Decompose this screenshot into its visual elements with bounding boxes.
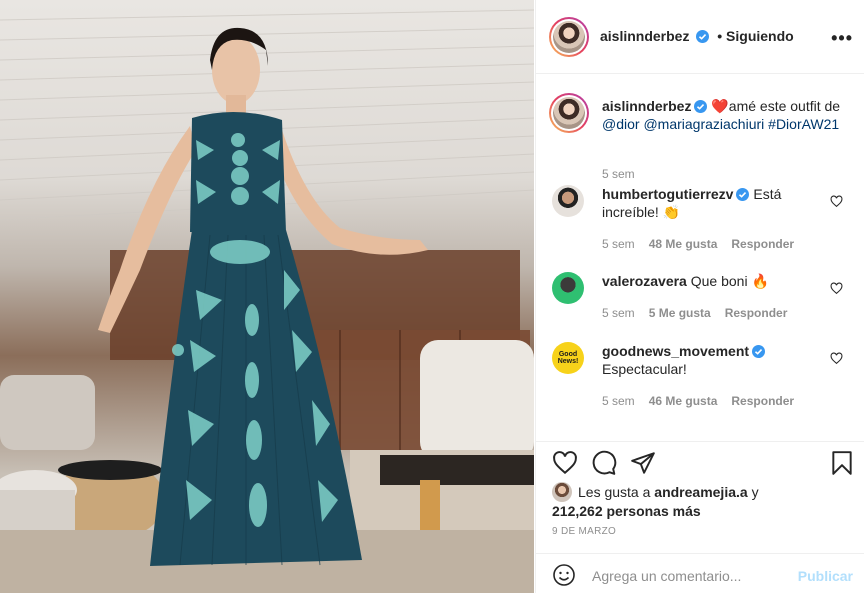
comment-text: goodnews_movement Espectacular! (602, 342, 832, 378)
header-author-line: aislinnderbez • Siguiendo (600, 28, 794, 44)
caption-body: amé este outfit de (728, 98, 841, 114)
caption-text: aislinnderbez ❤️amé este outfit de @dior… (602, 97, 852, 133)
caption-username[interactable]: aislinnderbez (602, 98, 691, 114)
comment-likes[interactable]: 46 Me gusta (649, 394, 718, 408)
post-photo[interactable] (0, 0, 534, 593)
comment-body: Espectacular! (602, 361, 687, 377)
more-options-icon[interactable]: ••• (831, 28, 853, 49)
commenter-avatar[interactable]: Good News! (552, 342, 584, 374)
comment-meta: 5 sem 46 Me gusta Responder (602, 394, 794, 408)
commenter-avatar[interactable] (552, 272, 584, 304)
liker-avatar[interactable] (552, 482, 572, 502)
comment-username[interactable]: humbertogutierrezv (602, 186, 733, 202)
action-bar: Les gusta a andreamejia.a y 212,262 pers… (536, 441, 864, 553)
reply-button[interactable]: Responder (731, 237, 794, 251)
like-comment-icon[interactable] (830, 282, 843, 295)
emoji-picker-icon[interactable] (552, 563, 576, 587)
comment-input[interactable]: Agrega un comentario... (592, 568, 741, 584)
caption-age[interactable]: 5 sem (602, 167, 635, 181)
reply-button[interactable]: Responder (731, 394, 794, 408)
comment-icon[interactable] (591, 450, 617, 476)
comment-likes[interactable]: 5 Me gusta (649, 306, 711, 320)
photo-illustration (0, 9, 534, 593)
comment-text: humbertogutierrezv Está increíble! 👏 (602, 185, 832, 221)
commenter-avatar[interactable] (552, 185, 584, 217)
comment-item: Good News! goodnews_movement Espectacula… (536, 342, 864, 412)
like-comment-icon[interactable] (830, 195, 843, 208)
add-comment-bar: Agrega un comentario... Publicar (536, 553, 864, 593)
hashtag-dioraw21[interactable]: #DiorAW21 (768, 116, 839, 132)
comment-meta: 5 sem 48 Me gusta Responder (602, 237, 794, 251)
clap-emoji: 👏 (662, 204, 681, 220)
comment-item: valerozavera Que boni 🔥 5 sem 5 Me gusta R… (536, 272, 864, 322)
liker-username[interactable]: andreamejia.a (654, 484, 747, 500)
caption: aislinnderbez ❤️amé este outfit de @dior… (536, 93, 864, 183)
comment-body: Que boni (690, 273, 748, 289)
heart-emoji: ❤️ (711, 98, 729, 114)
comment-username[interactable]: goodnews_movement (602, 343, 749, 359)
post-date[interactable]: 9 DE MARZO (552, 526, 616, 537)
post-header: aislinnderbez • Siguiendo ••• (536, 0, 864, 74)
comments-list: aislinnderbez ❤️amé este outfit de @dior… (536, 75, 864, 441)
comment-age[interactable]: 5 sem (602, 237, 635, 251)
save-bookmark-icon[interactable] (829, 450, 855, 476)
fire-emoji: 🔥 (751, 273, 769, 289)
publish-button[interactable]: Publicar (798, 568, 853, 584)
comment-item: humbertogutierrezv Está increíble! 👏 5 s… (536, 185, 864, 255)
likes-count[interactable]: 212,262 personas más (552, 503, 701, 519)
verified-badge-icon (694, 100, 708, 113)
following-button[interactable]: • Siguiendo (717, 28, 793, 44)
caption-avatar[interactable] (549, 93, 589, 133)
like-comment-icon[interactable] (830, 352, 843, 365)
share-icon[interactable] (630, 450, 656, 476)
goodnews-logo-text: Good News! (557, 351, 579, 365)
author-avatar[interactable] (549, 17, 589, 57)
reply-button[interactable]: Responder (725, 306, 788, 320)
comment-likes[interactable]: 48 Me gusta (649, 237, 718, 251)
comment-meta: 5 sem 5 Me gusta Responder (602, 306, 787, 320)
like-icon[interactable] (552, 450, 578, 476)
comment-age[interactable]: 5 sem (602, 306, 635, 320)
comment-age[interactable]: 5 sem (602, 394, 635, 408)
author-username[interactable]: aislinnderbez (600, 28, 689, 44)
likes-summary: Les gusta a andreamejia.a y 212,262 pers… (552, 482, 759, 520)
mention-mariagraziachiuri[interactable]: @mariagraziachiuri (643, 116, 764, 132)
verified-badge-icon (752, 345, 766, 358)
verified-badge-icon (696, 30, 710, 43)
likes-suffix: y (751, 484, 759, 500)
likes-prefix: Les gusta a (578, 484, 651, 500)
comment-text: valerozavera Que boni 🔥 (602, 272, 832, 290)
comment-username[interactable]: valerozavera (602, 273, 687, 289)
mention-dior[interactable]: @dior (602, 116, 640, 132)
post-side-panel: aislinnderbez • Siguiendo ••• aislinnder… (535, 0, 864, 593)
verified-badge-icon (736, 188, 750, 201)
